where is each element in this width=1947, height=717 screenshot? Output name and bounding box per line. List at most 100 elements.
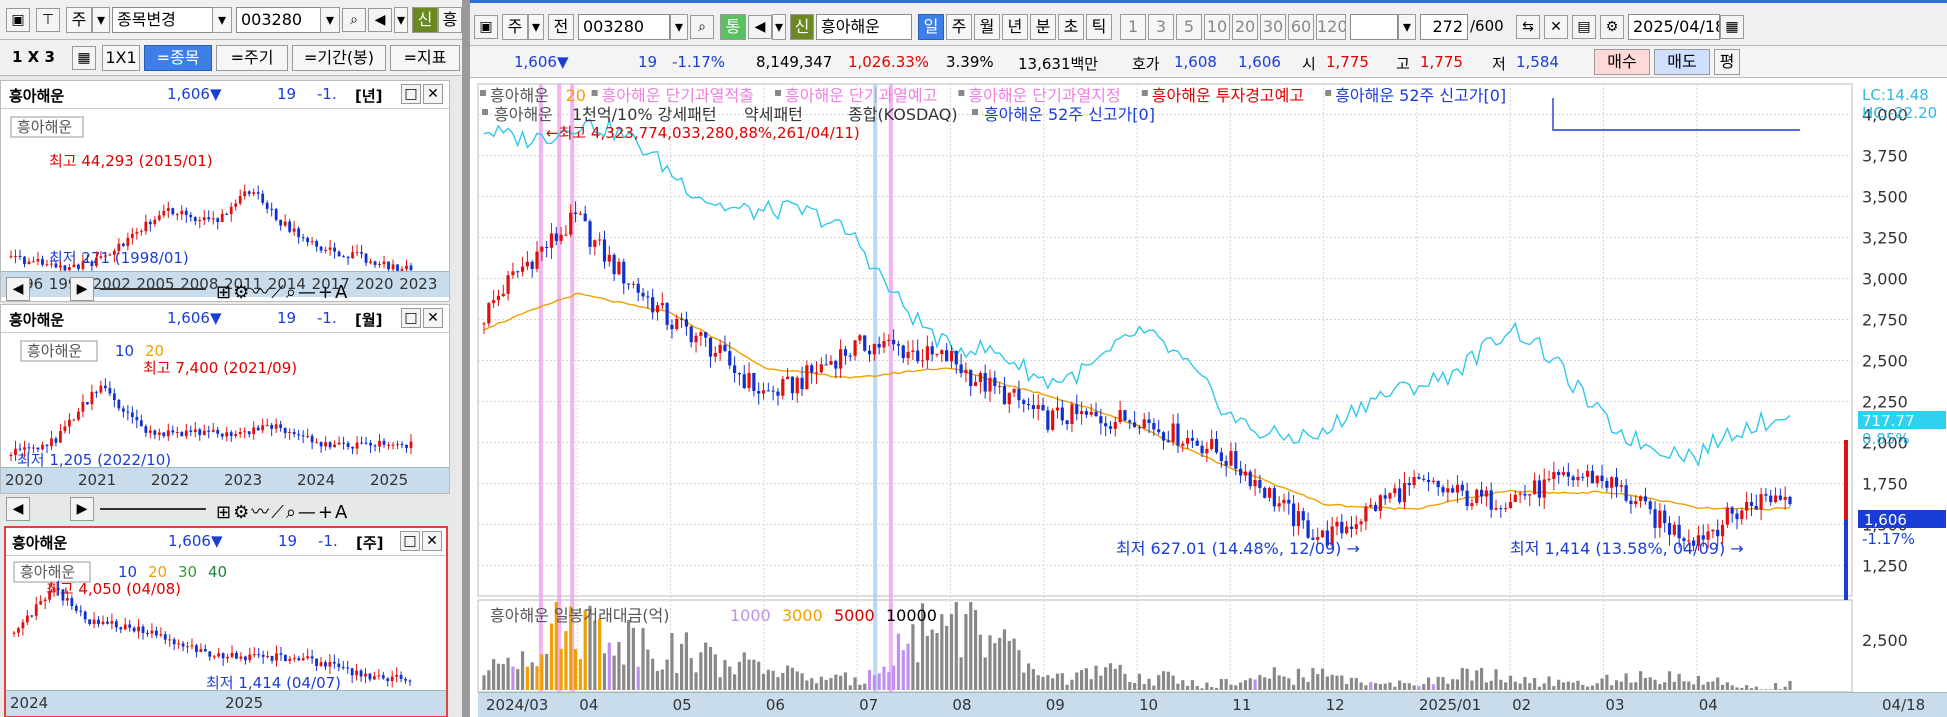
left-ju-dropdown-icon[interactable]: ▾ (92, 7, 110, 33)
period-minute-button[interactable]: 분 (1030, 14, 1056, 40)
volume-bar (766, 669, 770, 690)
left-hong-button[interactable]: 흥 (438, 7, 462, 33)
candle-body (1600, 475, 1604, 482)
volume-bar (1277, 675, 1281, 690)
date-input[interactable]: 2025/04/18 (1628, 14, 1720, 40)
main-sin-button[interactable]: 신 (790, 14, 814, 40)
window-icon[interactable]: ▣ (474, 15, 498, 39)
candle-body (1002, 385, 1007, 405)
mini-candle-body (252, 192, 256, 194)
tool-icons[interactable]: ⊞⚙〰⟋⌕—+A (216, 498, 349, 524)
period-second-button[interactable]: 초 (1058, 14, 1084, 40)
speaker-icon[interactable]: ◀ (368, 8, 392, 32)
volume-bar (641, 628, 645, 690)
minute-120-button[interactable]: 120 (1316, 14, 1346, 40)
buy-button[interactable]: 매수 (1594, 49, 1650, 75)
indicator-sync-button[interactable]: =지표 (390, 45, 460, 71)
period-year-button[interactable]: 년 (1002, 14, 1028, 40)
maximize-icon[interactable]: □ (401, 84, 421, 104)
minute-3-button[interactable]: 3 (1148, 14, 1174, 40)
volume-bar (1364, 685, 1368, 690)
mini-candle-body (130, 233, 134, 238)
candle-body (496, 295, 501, 301)
pin-icon[interactable]: ⊤ (36, 8, 60, 32)
bar-count-input[interactable]: 272 (1420, 14, 1468, 40)
mini-candle-body (337, 663, 341, 668)
maximize-icon[interactable]: □ (400, 531, 420, 551)
speaker-dropdown-icon[interactable]: ▾ (772, 14, 786, 40)
volume-bar (1465, 668, 1469, 690)
period-sync-button[interactable]: =주기 (216, 45, 288, 71)
period-week-button[interactable]: 주 (946, 14, 972, 40)
mini-candle-body (377, 675, 381, 677)
candle-body (1658, 510, 1662, 528)
left-ju-button[interactable]: 주 (66, 7, 92, 33)
stock-name-field[interactable]: 흥아해운 (816, 14, 912, 40)
mini-candle-body (274, 424, 278, 429)
main-ju-dropdown-icon[interactable]: ▾ (528, 14, 544, 40)
volume-bar (1417, 686, 1421, 690)
sell-button[interactable]: 매도 (1654, 49, 1710, 75)
volume-bar (1070, 679, 1074, 690)
candle-body (848, 355, 852, 357)
candle-body (1171, 423, 1175, 442)
minute-30-button[interactable]: 30 (1260, 14, 1286, 40)
mini-candle-body (225, 432, 229, 437)
period-tick-button[interactable]: 틱 (1086, 14, 1112, 40)
tool-icons[interactable]: ⊞⚙〰⟋⌕—+A (216, 278, 349, 304)
scroll-right-icon[interactable]: ▶ (70, 277, 94, 301)
volume-bar (1123, 673, 1127, 690)
mini-candle-body (230, 652, 234, 657)
main-code-dropdown-icon[interactable]: ▾ (670, 14, 688, 40)
gear-icon[interactable]: ⚙ (1600, 15, 1624, 39)
zoom-slider[interactable] (100, 508, 206, 510)
close-icon[interactable]: ✕ (423, 84, 443, 104)
mini-candle-body (359, 670, 363, 677)
stock-sync-button[interactable]: =종목 (144, 45, 212, 71)
tong-button[interactable]: 통 (720, 14, 746, 40)
search-icon[interactable]: ⌕ (690, 15, 714, 39)
flat-button[interactable]: 평 (1714, 49, 1740, 75)
scroll-left-icon[interactable]: ◀ (6, 497, 30, 521)
volume-bar (1614, 680, 1619, 690)
scroll-right-icon[interactable]: ▶ (70, 497, 94, 521)
close-icon[interactable]: ✕ (422, 531, 442, 551)
custom-period-dropdown-icon[interactable]: ▾ (1398, 14, 1416, 40)
speaker-icon[interactable]: ◀ (748, 15, 772, 39)
stock-change-dropdown-icon[interactable]: ▾ (212, 7, 232, 33)
minute-60-button[interactable]: 60 (1288, 14, 1314, 40)
period-day-button[interactable]: 일 (918, 14, 944, 40)
main-code-input[interactable]: 003280 (578, 14, 670, 40)
main-ju-button[interactable]: 주 (502, 14, 528, 40)
left-code-dropdown-icon[interactable]: ▾ (320, 7, 340, 33)
splitter[interactable] (462, 0, 470, 717)
calendar-icon[interactable]: ▦ (1720, 15, 1744, 39)
save-icon[interactable]: ▤ (1572, 15, 1596, 39)
scroll-left-icon[interactable]: ◀ (6, 277, 30, 301)
minute-1-button[interactable]: 1 (1120, 14, 1146, 40)
volume-bar (694, 672, 698, 690)
search-icon[interactable]: ⌕ (342, 8, 366, 32)
compare-icon[interactable]: ⇆ (1516, 15, 1540, 39)
minute-10-button[interactable]: 10 (1204, 14, 1230, 40)
period-month-button[interactable]: 월 (974, 14, 1000, 40)
close-icon[interactable]: ✕ (423, 308, 443, 328)
custom-period-input[interactable] (1350, 14, 1398, 40)
volume-bar (819, 676, 823, 690)
range-sync-button[interactable]: =기간(봉) (292, 45, 386, 71)
mini-candle-body (17, 628, 20, 633)
one-by-one-button[interactable]: 1X1 (102, 45, 140, 71)
maximize-icon[interactable]: □ (401, 308, 421, 328)
minute-5-button[interactable]: 5 (1176, 14, 1202, 40)
window-icon[interactable]: ▣ (6, 8, 30, 32)
grid-icon[interactable]: ▦ (72, 46, 96, 70)
main-jeon-button[interactable]: 전 (548, 14, 574, 40)
zoom-slider[interactable] (100, 288, 206, 290)
volume-bar (1104, 667, 1108, 690)
minute-20-button[interactable]: 20 (1232, 14, 1258, 40)
candle-body (786, 376, 790, 380)
crosshair-icon[interactable]: ✕ (1544, 15, 1568, 39)
speaker-dropdown-icon[interactable]: ▾ (394, 7, 408, 33)
left-sin-button[interactable]: 신 (412, 7, 438, 33)
mini-x-tick: 2024 (297, 471, 336, 489)
